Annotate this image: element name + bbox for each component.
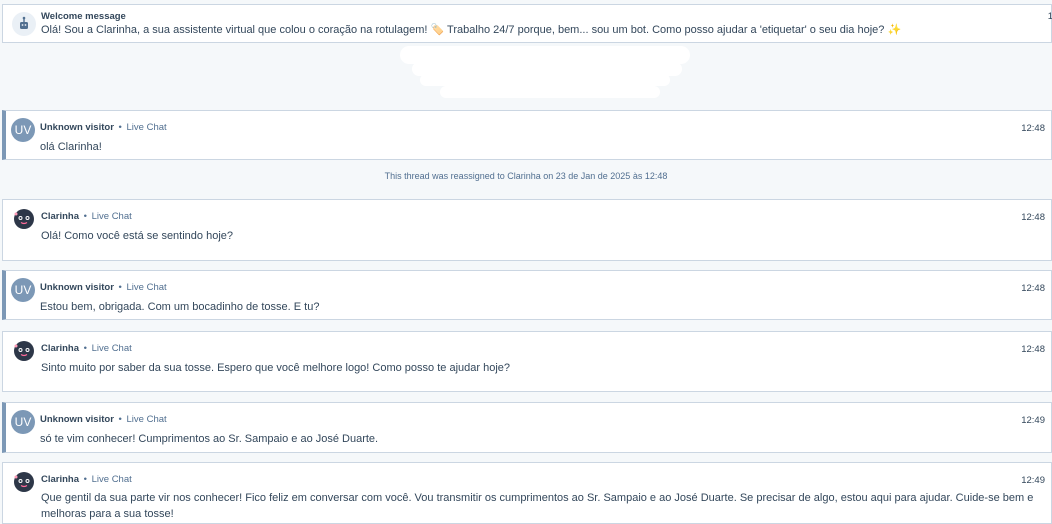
channel-label: Live Chat [91, 474, 132, 485]
message-card-visitor: UV Unknown visitor • Live Chat 12:49 só … [2, 402, 1052, 453]
message-time: 12:49 [1021, 415, 1045, 426]
channel-label: Live Chat [126, 414, 167, 425]
welcome-message-card: Welcome message 1 Olá! Sou a Clarinha, a… [2, 4, 1052, 43]
channel-label: Live Chat [126, 122, 167, 133]
separator-dot: • [118, 122, 122, 133]
separator-dot: • [83, 474, 87, 485]
message-text: Olá! Como você está se sentindo hoje? [41, 230, 234, 242]
message-time: 12:48 [1021, 283, 1045, 294]
separator-dot: • [118, 414, 122, 425]
message-text: Que gentil da sua parte vir nos conhecer… [41, 492, 1034, 520]
message-time: 12:48 [1021, 212, 1045, 223]
sender-name: Unknown visitor [40, 122, 114, 133]
message-text: só te vim conhecer! Cumprimentos ao Sr. … [40, 433, 379, 445]
channel-label: Live Chat [91, 211, 132, 222]
welcome-header: Welcome message [41, 11, 126, 22]
message-header: Unknown visitor • Live Chat [40, 122, 167, 133]
welcome-title: Welcome message [41, 11, 126, 22]
message-text: Estou bem, obrigada. Com um bocadinho de… [40, 301, 320, 313]
robot-icon [12, 12, 36, 36]
separator-dot: • [118, 282, 122, 293]
separator-dot: • [83, 211, 87, 222]
sender-name: Clarinha [41, 343, 80, 354]
clarinha-avatar-icon [12, 470, 36, 494]
visitor-avatar: UV [11, 118, 35, 142]
welcome-text: Olá! Sou a Clarinha, a sua assistente vi… [41, 24, 902, 36]
message-card-bot: Clarinha • Live Chat 12:48 Olá! Como voc… [2, 199, 1052, 261]
message-card-bot: Clarinha • Live Chat 12:49 Que gentil da… [2, 462, 1052, 524]
message-header: Clarinha • Live Chat [41, 343, 132, 354]
visitor-avatar: UV [11, 410, 35, 434]
message-time: 12:49 [1021, 475, 1045, 486]
clarinha-avatar-icon [12, 339, 36, 363]
message-text: olá Clarinha! [40, 141, 102, 153]
sender-name: Clarinha [41, 211, 80, 222]
sender-name: Unknown visitor [40, 282, 114, 293]
channel-label: Live Chat [91, 343, 132, 354]
clarinha-avatar-icon [12, 207, 36, 231]
message-card-visitor: UV Unknown visitor • Live Chat 12:48 Est… [2, 270, 1052, 320]
message-header: Clarinha • Live Chat [41, 474, 132, 485]
message-card-visitor: UV Unknown visitor • Live Chat 12:48 olá… [2, 110, 1052, 160]
visitor-avatar: UV [11, 278, 35, 302]
welcome-time: 1 [1047, 11, 1052, 22]
channel-label: Live Chat [126, 282, 167, 293]
message-header: Clarinha • Live Chat [41, 211, 132, 222]
message-time: 12:48 [1021, 344, 1045, 355]
sender-name: Clarinha [41, 474, 80, 485]
separator-dot: • [83, 343, 87, 354]
message-card-bot: Clarinha • Live Chat 12:48 Sinto muito p… [2, 331, 1052, 392]
message-header: Unknown visitor • Live Chat [40, 282, 167, 293]
message-time: 12:48 [1021, 123, 1045, 134]
sender-name: Unknown visitor [40, 414, 114, 425]
message-header: Unknown visitor • Live Chat [40, 414, 167, 425]
reassignment-notice: This thread was reassigned to Clarinha o… [384, 171, 668, 181]
message-text: Sinto muito por saber da sua tosse. Espe… [41, 362, 510, 374]
